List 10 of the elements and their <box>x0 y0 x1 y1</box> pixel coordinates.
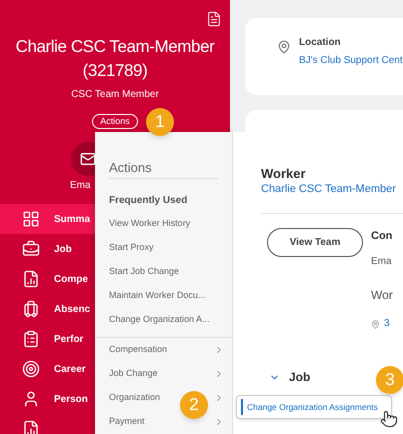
email-label: Ema <box>371 256 392 268</box>
worker-name: Charlie CSC Team-Member (321789) <box>14 36 216 82</box>
worker-title: CSC Team Member <box>70 88 160 102</box>
contact-heading: Con <box>371 229 392 244</box>
location-label: Location <box>299 36 342 50</box>
email-label: Ema <box>70 180 91 192</box>
menu-section-heading: Frequently Used <box>109 194 188 208</box>
worker-label: Worker <box>261 166 307 182</box>
work-label: Wor <box>371 287 393 303</box>
menu-title: Actions <box>109 160 153 176</box>
